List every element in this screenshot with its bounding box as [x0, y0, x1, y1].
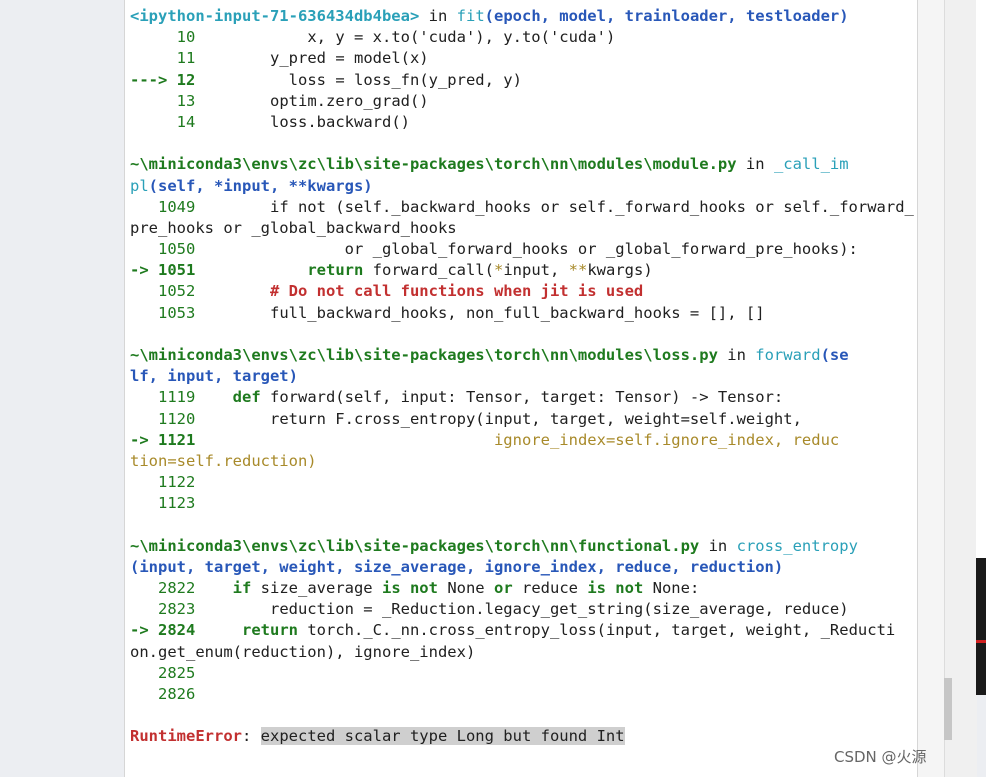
code-line: 10 x, y = x.to('cuda'), y.to('cuda') [176, 28, 616, 47]
frame-2-header: ~\miniconda3\envs\zc\lib\site-packages\t… [130, 155, 849, 174]
background-window-accent [976, 640, 986, 643]
code-line: 1052 # Do not call functions when jit is… [158, 282, 644, 301]
code-line: 2823 reduction = _Reduction.legacy_get_s… [158, 600, 849, 619]
code-line: 1049 if not (self._backward_hooks or sel… [158, 197, 914, 216]
output-scroll-area [918, 0, 944, 777]
error-line: RuntimeError: expected scalar type Long … [130, 727, 625, 746]
frame-3-header: ~\miniconda3\envs\zc\lib\site-packages\t… [130, 346, 849, 364]
scrollbar-thumb[interactable] [944, 678, 952, 740]
cell-prompt-gutter [0, 0, 124, 777]
frame-3-header-cont: lf, input, target) [130, 367, 298, 386]
frame-1-header: <ipython-input-71-636434db4bea> in fit(e… [130, 7, 849, 25]
frame-2-header-cont: pl(self, *input, **kwargs) [130, 176, 373, 195]
code-line-current: -> 1121 ignore_index=self.ignore_index, … [130, 430, 840, 449]
code-line: on.get_enum(reduction), ignore_index) [130, 642, 476, 661]
code-line: 1120 return F.cross_entropy(input, targe… [158, 409, 802, 428]
code-line: 1050 or _global_forward_hooks or _global… [158, 240, 858, 259]
vertical-scrollbar[interactable] [944, 0, 977, 777]
traceback-output: <ipython-input-71-636434db4bea> in fit(e… [130, 6, 918, 748]
code-line: 1122 [158, 473, 196, 492]
watermark: CSDN @火源 [834, 748, 927, 766]
code-line-current: -> 1051 return forward_call(*input, **kw… [130, 261, 653, 280]
frame-4-header: ~\miniconda3\envs\zc\lib\site-packages\t… [130, 536, 858, 555]
code-line: 2825 [158, 663, 196, 682]
code-line: 1053 full_backward_hooks, non_full_backw… [158, 303, 765, 322]
error-message: expected scalar type Long but found Int [260, 727, 625, 746]
code-line: 13 optim.zero_grad() [176, 91, 429, 110]
code-line: 11 y_pred = model(x) [176, 49, 429, 68]
code-line: 1123 [158, 494, 196, 513]
code-line-current: ---> 12 loss = loss_fn(y_pred, y) [130, 70, 522, 89]
code-line: tion=self.reduction) [130, 451, 317, 470]
code-line: 1119 def forward(self, input: Tensor, ta… [158, 388, 784, 407]
code-line-current: -> 2824 return torch._C._nn.cross_entrop… [130, 621, 896, 640]
code-line: 2822 if size_average is not None or redu… [158, 579, 700, 598]
frame-4-header-cont: (input, target, weight, size_average, ig… [130, 557, 784, 576]
error-type: RuntimeError [130, 727, 242, 746]
code-line: 2826 [158, 685, 196, 703]
code-line: 14 loss.backward() [176, 112, 410, 131]
background-window-edge-light [976, 0, 986, 558]
code-line: pre_hooks or _global_backward_hooks [130, 218, 457, 237]
